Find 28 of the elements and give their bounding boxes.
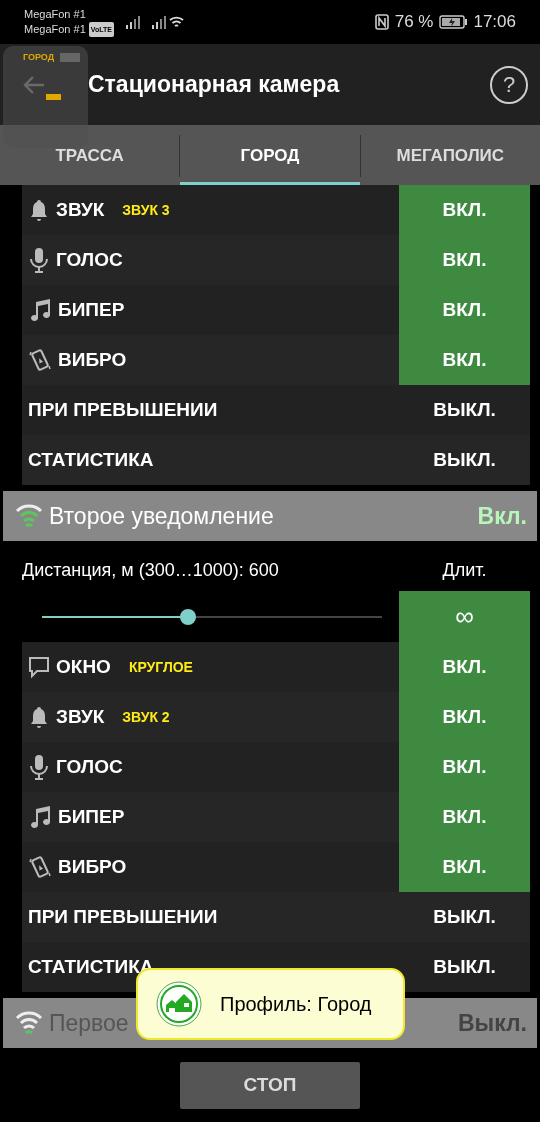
toast-text: Профиль: Город: [220, 992, 372, 1016]
distance-label: Дистанция, м (300…1000): 600: [22, 560, 279, 581]
setting-label: ПРИ ПРЕВЫШЕНИИ: [28, 906, 218, 928]
setting-label: ГОЛОС: [56, 249, 123, 271]
setting-label: ГОЛОС: [56, 756, 123, 778]
setting-label: СТАТИСТИКА: [28, 449, 154, 471]
screen-title: Стационарная камера: [88, 71, 340, 98]
setting-label: ЗВУК: [56, 706, 105, 728]
setting-label: СТАТИСТИКА: [28, 956, 154, 978]
setting-option: ЗВУК 2: [122, 709, 170, 725]
setting-label: ЗВУК: [56, 199, 105, 221]
section-title: Второе уведомление: [49, 502, 274, 530]
widget-label: ГОРОД: [23, 52, 55, 62]
setting-option: ЗВУК 3: [122, 202, 170, 218]
setting-label: ВИБРО: [58, 349, 127, 371]
setting-label: БИПЕР: [58, 806, 125, 828]
setting-option: КРУГЛОЕ: [128, 659, 193, 675]
setting-label: ОКНО: [56, 656, 111, 678]
clock: 17:06: [473, 12, 516, 32]
setting-label: БИПЕР: [58, 299, 125, 321]
setting-label: ПРИ ПРЕВЫШЕНИИ: [28, 399, 218, 421]
carrier-name: MegaFon #1: [24, 7, 86, 22]
duration-label: Длит.: [441, 560, 488, 581]
battery-percent: 76 %: [394, 12, 434, 32]
carrier-name: MegaFon #1: [24, 22, 86, 37]
section-status: Вкл.: [477, 502, 527, 530]
setting-label: ВИБРО: [58, 856, 127, 878]
section-status: Выкл.: [457, 1009, 527, 1037]
